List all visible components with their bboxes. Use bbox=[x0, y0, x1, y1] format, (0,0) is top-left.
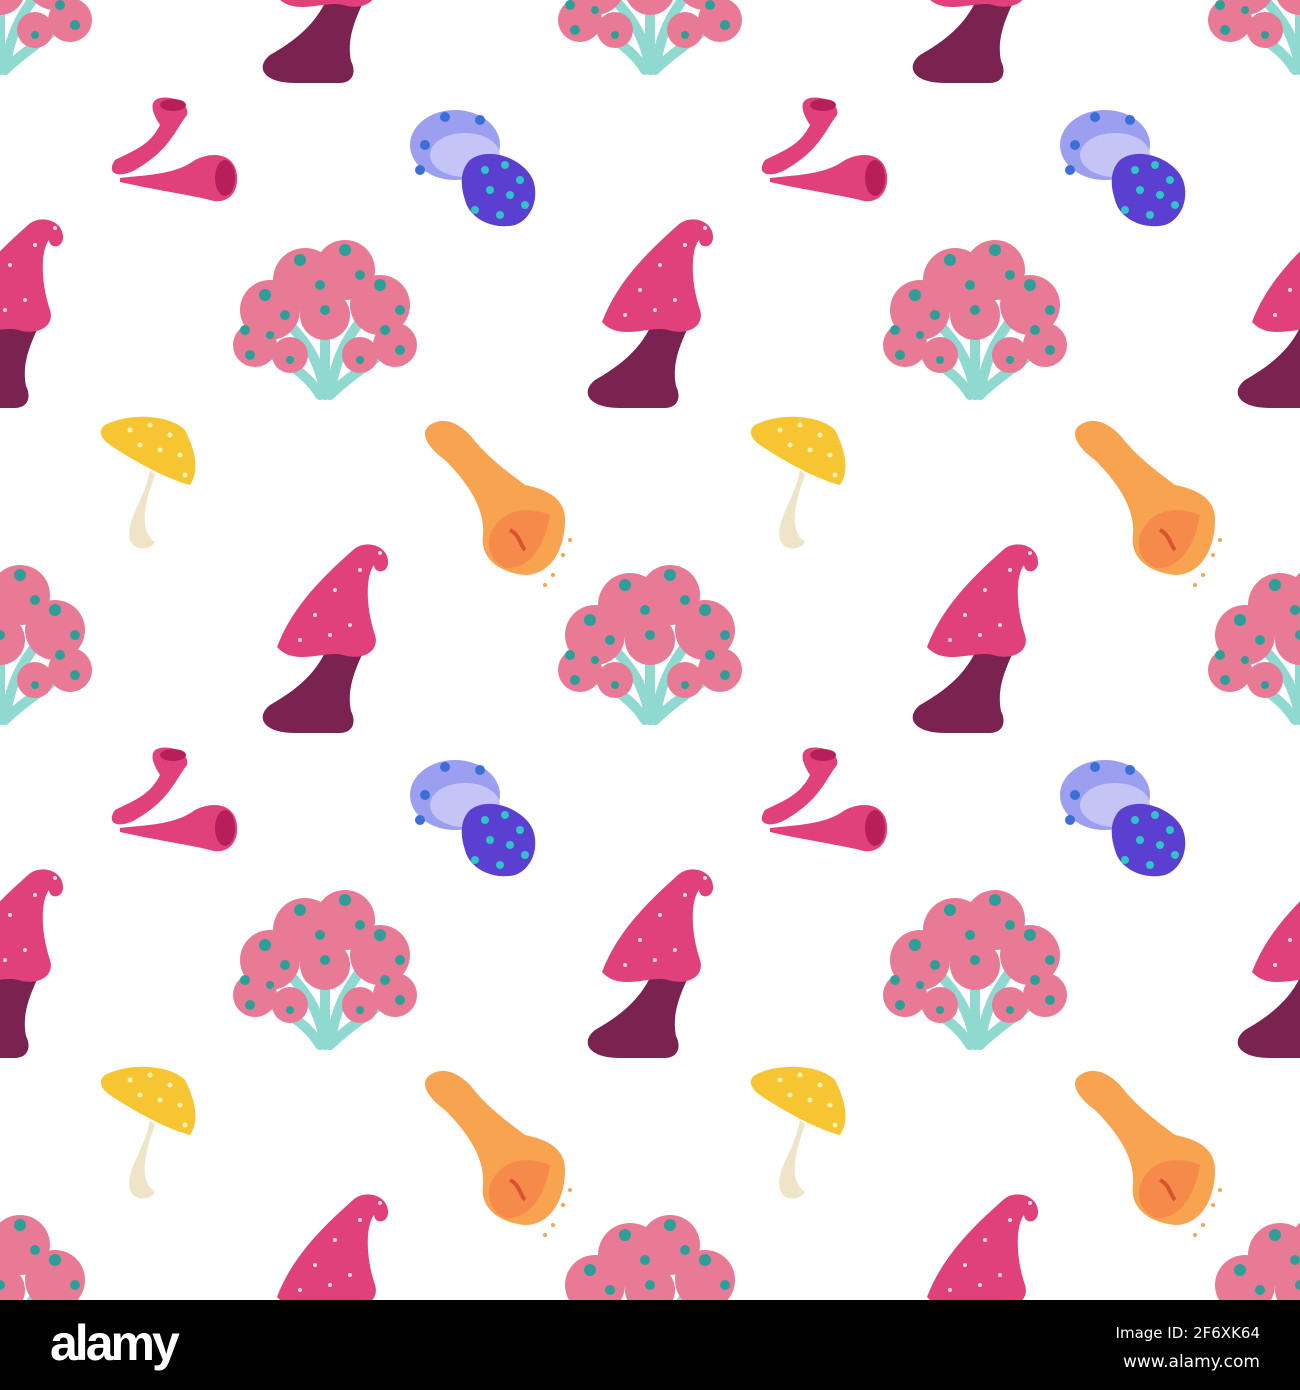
mushroom-cluster bbox=[558, 565, 742, 720]
mushroom-cluster bbox=[883, 890, 1067, 1045]
mushroom-wizard bbox=[912, 0, 1039, 83]
mushroom-cluster bbox=[883, 240, 1067, 395]
alamy-logo: alamy bbox=[50, 1315, 180, 1371]
mushroom-cluster bbox=[233, 890, 417, 1045]
mushroom-cluster bbox=[1208, 0, 1300, 70]
image-id: Image ID: 2F6XK64 bbox=[1115, 1324, 1260, 1342]
mushroom-orange bbox=[423, 1068, 574, 1239]
mushroom-blue bbox=[1060, 760, 1186, 877]
mushroom-trumpets bbox=[111, 97, 238, 202]
pattern-tiles bbox=[0, 0, 1300, 1300]
mushroom-yellow bbox=[750, 416, 846, 549]
mushroom-wizard bbox=[262, 1194, 389, 1300]
mushroom-yellow bbox=[100, 416, 196, 549]
mushroom-blue bbox=[410, 110, 536, 227]
watermark-footer: alamy Image ID: 2F6XK64 www.alamy.com bbox=[0, 1300, 1300, 1390]
mushroom-cluster bbox=[0, 0, 92, 70]
mushroom-wizard bbox=[0, 869, 64, 1058]
mushroom-wizard bbox=[587, 869, 714, 1058]
site-url: www.alamy.com bbox=[1122, 1352, 1260, 1372]
mushroom-wizard bbox=[0, 219, 64, 408]
mushroom-blue bbox=[410, 760, 536, 877]
mushroom-cluster bbox=[558, 0, 742, 70]
mushroom-wizard bbox=[587, 219, 714, 408]
mushroom-wizard bbox=[262, 544, 389, 733]
mushroom-orange bbox=[1073, 1068, 1224, 1239]
mushroom-cluster bbox=[233, 240, 417, 395]
mushroom-cluster bbox=[1208, 1215, 1300, 1300]
mushroom-cluster bbox=[0, 1215, 92, 1300]
mushroom-trumpets bbox=[111, 747, 238, 852]
mushroom-cluster bbox=[558, 1215, 742, 1300]
mushroom-blue bbox=[1060, 110, 1186, 227]
mushroom-orange bbox=[1073, 418, 1224, 589]
mushroom-orange bbox=[423, 418, 574, 589]
mushroom-wizard bbox=[1237, 219, 1300, 408]
mushroom-wizard bbox=[912, 544, 1039, 733]
mushroom-cluster bbox=[0, 565, 92, 720]
mushroom-trumpets bbox=[761, 97, 888, 202]
mushroom-cluster bbox=[1208, 565, 1300, 720]
mushroom-wizard bbox=[262, 0, 389, 83]
mushroom-yellow bbox=[750, 1066, 846, 1199]
mushroom-yellow bbox=[100, 1066, 196, 1199]
mushroom-pattern-illustration bbox=[0, 0, 1300, 1300]
mushroom-wizard bbox=[1237, 869, 1300, 1058]
pattern-svg bbox=[0, 0, 1300, 1300]
mushroom-wizard bbox=[912, 1194, 1039, 1300]
mushroom-trumpets bbox=[761, 747, 888, 852]
